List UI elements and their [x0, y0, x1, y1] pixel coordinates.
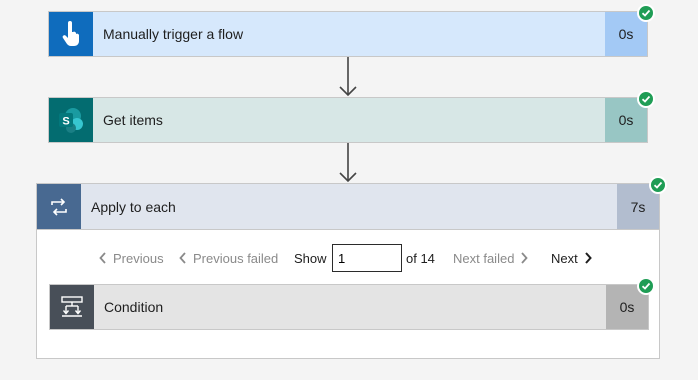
chevron-right-icon	[521, 252, 529, 264]
step-title: Condition	[104, 299, 164, 315]
previous-label: Previous	[113, 250, 164, 266]
loop-icon	[37, 184, 81, 229]
apply-to-each-container: Apply to each 7s Previous Previous faile…	[36, 183, 660, 359]
apply-to-each-header[interactable]: Apply to each 7s	[37, 184, 659, 230]
success-check-icon	[637, 90, 655, 108]
success-check-icon	[637, 4, 655, 22]
next-label: Next	[551, 250, 578, 266]
chevron-left-icon	[99, 252, 106, 264]
previous-failed-label: Previous failed	[193, 250, 279, 266]
show-label: Show	[294, 250, 327, 266]
iteration-number-input[interactable]	[332, 244, 402, 272]
condition-step-card[interactable]: Condition 0s	[49, 284, 649, 330]
svg-text:S: S	[62, 116, 69, 128]
iteration-pager: Previous Previous failed Show of 14 Next…	[37, 242, 659, 274]
get-items-step-card[interactable]: S Get items 0s	[48, 97, 648, 143]
step-title: Apply to each	[91, 198, 176, 215]
previous-failed-button[interactable]: Previous failed	[179, 242, 278, 274]
trigger-step-card[interactable]: Manually trigger a flow 0s	[48, 11, 648, 57]
chevron-right-icon	[584, 252, 592, 264]
success-check-icon	[637, 277, 655, 295]
sharepoint-icon: S	[49, 98, 93, 142]
step-title: Manually trigger a flow	[103, 26, 244, 42]
iteration-count-label: of 14	[406, 250, 435, 266]
previous-button[interactable]: Previous	[99, 242, 164, 274]
next-failed-button[interactable]: Next failed	[453, 242, 529, 274]
flow-arrow-icon	[339, 57, 357, 97]
flow-arrow-icon	[339, 143, 357, 183]
success-check-icon	[649, 176, 667, 194]
touch-hand-icon	[49, 12, 93, 56]
next-failed-label: Next failed	[453, 250, 515, 266]
chevron-left-icon	[179, 252, 186, 264]
next-button[interactable]: Next	[551, 242, 592, 274]
step-title: Get items	[103, 112, 163, 128]
condition-icon	[50, 285, 94, 329]
